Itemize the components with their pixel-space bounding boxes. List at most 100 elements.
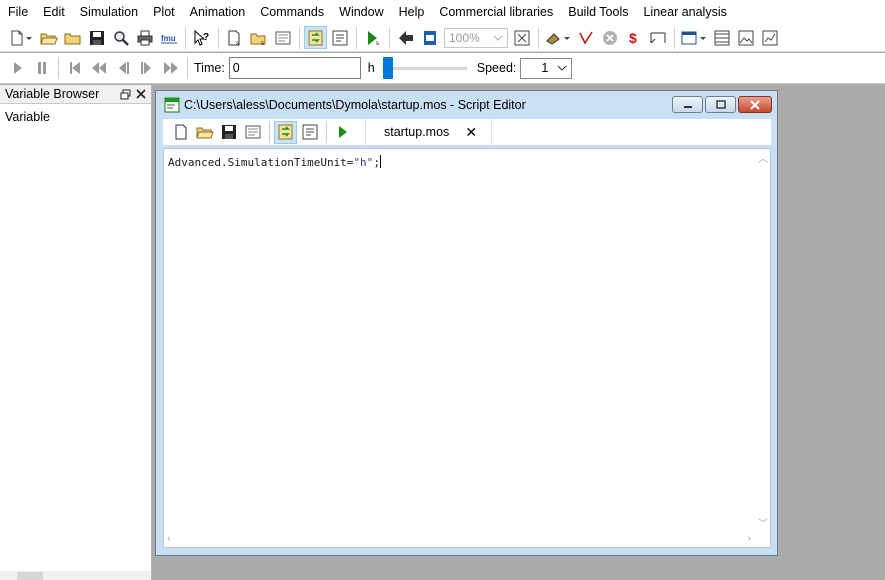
time-input[interactable] (228, 57, 361, 79)
pause-animation-button[interactable] (30, 57, 53, 80)
svg-text:s: s (376, 41, 379, 46)
variable-browser-hscrollbar[interactable] (0, 571, 151, 580)
svg-text:s: s (236, 41, 239, 46)
toolbar-separator (326, 121, 327, 143)
plot-window-button[interactable] (758, 26, 781, 49)
scroll-up-icon[interactable]: ︿ (758, 150, 768, 165)
menu-commercial-libraries[interactable]: Commercial libraries (433, 0, 559, 24)
dollar-button[interactable]: $ (622, 26, 645, 49)
menu-help[interactable]: Help (393, 0, 431, 24)
fit-window-button[interactable] (418, 26, 441, 49)
variable-browser-title: Variable Browser (5, 87, 100, 101)
script-window-button[interactable] (241, 121, 264, 144)
time-unit-label: h (367, 61, 375, 75)
scroll-left-icon[interactable]: ‹ (167, 533, 170, 544)
step-forward-icon (140, 62, 151, 74)
plot-tools-button[interactable] (543, 26, 573, 49)
new-script-button[interactable]: s (223, 26, 246, 49)
script-window-icon (275, 31, 290, 44)
scroll-down-icon[interactable]: ﹀ (758, 515, 768, 530)
run-script-mode-button[interactable] (274, 120, 297, 144)
toolbar-separator (299, 26, 300, 49)
close-tab-icon[interactable]: ✕ (465, 124, 477, 141)
fast-forward-button[interactable] (159, 57, 182, 80)
save-button[interactable] (85, 26, 108, 49)
play-animation-button[interactable] (6, 57, 29, 80)
tab-label: startup.mos (384, 125, 450, 139)
open-button[interactable] (193, 121, 216, 144)
horizontal-scrollbar[interactable]: ‹ › (164, 532, 754, 547)
execute-button[interactable] (331, 121, 354, 144)
menu-window[interactable]: Window (333, 0, 389, 24)
toolbar-separator (58, 57, 59, 79)
toolbar-separator (187, 57, 188, 79)
scroll-right-icon[interactable]: › (748, 533, 751, 544)
scrollbar-thumb[interactable] (17, 572, 43, 580)
commands-button[interactable] (298, 121, 321, 144)
close-window-button[interactable] (738, 96, 772, 113)
time-slider-thumb[interactable] (382, 57, 393, 79)
vertical-scrollbar[interactable]: ︿ ﹀ (755, 149, 770, 532)
minimize-button[interactable] (672, 96, 703, 113)
whats-this-button[interactable]: ? (190, 26, 213, 49)
open-library-button[interactable] (61, 26, 84, 49)
new-button[interactable] (169, 121, 192, 144)
step-back-button[interactable] (111, 57, 134, 80)
menu-commands[interactable]: Commands (254, 0, 330, 24)
variable-browser-panel: Variable Browser Variable (0, 85, 152, 580)
fmu-icon: fmu (160, 34, 177, 43)
search-icon (113, 30, 129, 46)
open-folder-icon (39, 33, 58, 44)
close-panel-button[interactable] (134, 87, 148, 101)
new-script-icon: s (228, 30, 239, 46)
tile-horizontal-button[interactable] (710, 26, 733, 49)
search-button[interactable] (109, 26, 132, 49)
commands-window-button[interactable] (328, 26, 351, 49)
speed-combo[interactable]: 1 (520, 57, 573, 79)
menu-edit[interactable]: Edit (37, 0, 71, 24)
back-button[interactable] (394, 26, 417, 49)
window-title: C:\Users\aless\Documents\Dymola\startup.… (184, 97, 526, 112)
variable-column-header[interactable]: Variable (0, 104, 151, 128)
arrow-left-icon (398, 30, 413, 45)
new-plot-button[interactable] (574, 26, 597, 49)
pause-icon (37, 62, 46, 74)
stop-button[interactable] (598, 26, 621, 49)
folder-icon (64, 33, 80, 44)
save-button[interactable] (217, 121, 240, 144)
open-script-icon: s (250, 33, 265, 46)
zoom-combo[interactable]: 100% (444, 27, 508, 48)
measure-button[interactable] (646, 26, 669, 49)
menu-file[interactable]: File (2, 0, 34, 24)
plot-window-icon (762, 30, 777, 45)
fit-all-button[interactable] (510, 26, 533, 49)
speed-value: 1 (541, 61, 549, 75)
run-script-mode-button[interactable] (304, 26, 327, 49)
simulate-script-button[interactable]: s (361, 26, 384, 49)
rewind-button[interactable] (63, 57, 86, 80)
open-script-button[interactable]: s (247, 26, 270, 49)
menu-build-tools[interactable]: Build Tools (562, 0, 634, 24)
menu-plot[interactable]: Plot (147, 0, 181, 24)
float-panel-button[interactable] (118, 87, 132, 101)
step-forward-button[interactable] (135, 57, 158, 80)
script-editor-button[interactable] (271, 26, 294, 49)
window-layout-button[interactable] (679, 26, 709, 49)
run-script-icon (308, 30, 322, 45)
open-button[interactable] (37, 26, 60, 49)
tab-startup-mos[interactable]: startup.mos ✕ (365, 119, 493, 145)
time-slider[interactable] (382, 57, 467, 79)
play-icon (338, 126, 347, 138)
save-icon (89, 30, 104, 45)
menu-simulation[interactable]: Simulation (74, 0, 144, 24)
menu-animation[interactable]: Animation (184, 0, 252, 24)
maximize-button[interactable] (705, 96, 736, 113)
new-file-button[interactable] (6, 26, 36, 49)
fmu-button[interactable]: fmu (157, 26, 180, 49)
print-button[interactable] (133, 26, 156, 49)
animation-toolbar: Time: h Speed: 1 (0, 53, 885, 84)
script-text-area[interactable]: Advanced.SimulationTimeUnit="h"; ︿ ﹀ ‹ › (163, 148, 771, 548)
tile-image-button[interactable] (734, 26, 757, 49)
menu-linear-analysis[interactable]: Linear analysis (637, 0, 732, 24)
fast-reverse-button[interactable] (87, 57, 110, 80)
